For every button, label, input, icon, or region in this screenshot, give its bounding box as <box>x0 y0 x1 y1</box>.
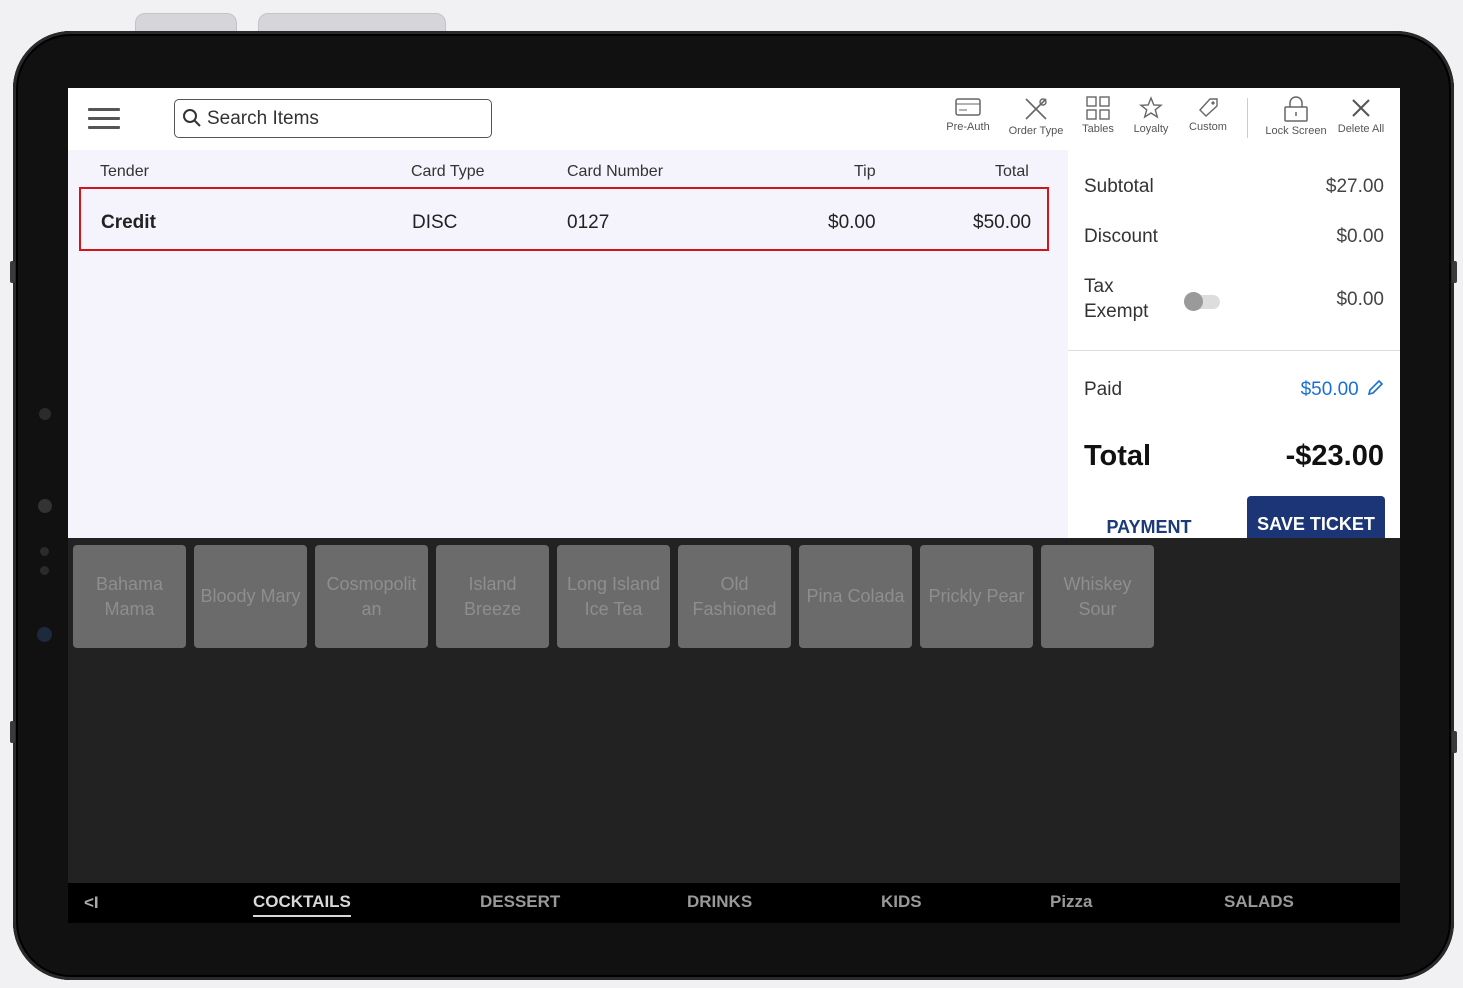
delete-all-label: Delete All <box>1337 123 1385 135</box>
menu-icon[interactable] <box>88 108 120 130</box>
tab-salads[interactable]: SALADS <box>1224 892 1294 912</box>
item-label: Breeze <box>463 598 522 619</box>
discount-label: Discount <box>1084 226 1158 247</box>
tag-icon <box>1199 98 1218 117</box>
custom-label: Custom <box>1189 121 1227 133</box>
item-label: Mama <box>104 598 155 619</box>
item-label: Prickly Pear <box>928 586 1025 606</box>
custom-button[interactable]: Custom <box>1184 96 1232 146</box>
close-icon <box>1352 99 1370 117</box>
loyalty-button[interactable]: Loyalty <box>1130 96 1172 146</box>
pre-auth-label: Pre-Auth <box>946 121 990 133</box>
paid-value: $50.00 <box>1300 379 1359 400</box>
category-back-button[interactable]: <I <box>84 893 99 913</box>
item-label: Ice Tea <box>584 598 643 619</box>
order-type-label: Order Type <box>1008 125 1064 137</box>
header-total: Total <box>995 163 1029 180</box>
camera-icon <box>39 408 51 420</box>
item-tile[interactable]: Whiskey Sour <box>1041 545 1154 648</box>
total-label: Total <box>1084 440 1152 472</box>
item-label: Sour <box>1078 598 1117 619</box>
tax-exempt-toggle[interactable] <box>1184 292 1220 311</box>
item-tile[interactable]: Cosmopolit an <box>315 545 428 648</box>
delete-all-button[interactable]: Delete All <box>1334 96 1388 146</box>
tables-label: Tables <box>1082 123 1114 135</box>
pos-screen: Search Items Pre-Auth Order Type Tables … <box>68 88 1400 923</box>
item-tile[interactable]: Island Breeze <box>436 545 549 648</box>
item-label: an <box>361 598 382 619</box>
lock-icon <box>1284 96 1308 122</box>
header-tip: Tip <box>854 163 876 180</box>
paid-label: Paid <box>1084 379 1123 400</box>
total-value: -$23.00 <box>1285 440 1384 472</box>
utensils-icon <box>1025 98 1047 120</box>
tab-dessert[interactable]: DESSERT <box>480 892 560 912</box>
sensor-icon <box>37 627 52 642</box>
paid-edit-link[interactable]: $50.00 <box>1301 379 1384 401</box>
item-label: Bloody Mary <box>200 586 301 606</box>
power-button <box>1452 731 1457 753</box>
item-tile[interactable]: Bahama Mama <box>73 545 186 648</box>
volume-button <box>10 261 15 283</box>
pre-auth-button[interactable]: Pre-Auth <box>944 96 992 146</box>
tax-value: $0.00 <box>1336 289 1384 310</box>
toolbar-divider <box>1247 98 1248 138</box>
sensor-icon <box>40 547 49 556</box>
loyalty-label: Loyalty <box>1133 123 1169 135</box>
tab-drinks[interactable]: DRINKS <box>687 892 752 912</box>
header-tender: Tender <box>100 163 149 180</box>
pencil-icon <box>1367 379 1384 396</box>
item-tile[interactable]: Old Fashioned <box>678 545 791 648</box>
item-label: Pina Colada <box>806 586 905 606</box>
item-label: Whiskey <box>1063 573 1132 594</box>
camera-icon <box>38 499 52 513</box>
cell-card-type: DISC <box>412 212 458 233</box>
subtotal-label: Subtotal <box>1084 176 1154 197</box>
top-toolbar: Search Items Pre-Auth Order Type Tables … <box>68 88 1400 150</box>
item-label: Fashioned <box>692 598 777 619</box>
lock-screen-button[interactable]: Lock Screen <box>1261 96 1331 146</box>
item-label: Old <box>720 573 749 594</box>
item-label: Bahama <box>95 573 164 594</box>
search-input[interactable]: Search Items <box>174 99 492 138</box>
item-tile[interactable]: Long Island Ice Tea <box>557 545 670 648</box>
category-bar: <I COCKTAILS DESSERT DRINKS KIDS Pizza S… <box>68 883 1400 923</box>
exempt-label: Exempt <box>1084 301 1149 322</box>
cell-tip: $0.00 <box>828 212 876 233</box>
header-card-number: Card Number <box>567 163 664 180</box>
tender-table: Tender Card Type Card Number Tip Total C… <box>68 150 1068 538</box>
power-button <box>1452 261 1457 283</box>
header-card-type: Card Type <box>411 163 485 180</box>
totals-panel: Subtotal $27.00 Discount $0.00 Tax Exemp… <box>1068 150 1400 546</box>
search-icon <box>183 109 201 127</box>
star-icon <box>1139 96 1163 119</box>
sensor-icon <box>40 566 49 575</box>
lock-screen-label: Lock Screen <box>1265 125 1327 137</box>
item-label: Long Island <box>566 573 661 594</box>
card-icon <box>955 98 981 116</box>
grid-icon <box>1086 96 1110 120</box>
item-grid: Bahama Mama Bloody Mary Cosmopolit an Isla… <box>68 538 1400 883</box>
search-placeholder: Search Items <box>207 108 319 129</box>
volume-button <box>10 721 15 743</box>
tab-pizza[interactable]: Pizza <box>1050 892 1093 912</box>
tab-cocktails[interactable]: COCKTAILS <box>253 892 351 917</box>
cell-total: $50.00 <box>973 212 1032 233</box>
order-type-button[interactable]: Order Type <box>1005 96 1067 146</box>
item-tile[interactable]: Pina Colada <box>799 545 912 648</box>
discount-value: $0.00 <box>1336 226 1384 247</box>
cell-card-number: 0127 <box>567 212 610 233</box>
item-tile[interactable]: Prickly Pear <box>920 545 1033 648</box>
tables-button[interactable]: Tables <box>1078 96 1118 146</box>
tab-kids[interactable]: KIDS <box>881 892 922 912</box>
item-tile[interactable]: Bloody Mary <box>194 545 307 648</box>
item-label: Island <box>468 573 517 594</box>
table-row[interactable] <box>79 187 1049 251</box>
subtotal-value: $27.00 <box>1325 176 1384 197</box>
totals-divider <box>1068 350 1400 351</box>
tax-label: Tax <box>1084 276 1114 297</box>
item-label: Cosmopolit <box>326 573 417 594</box>
cell-tender: Credit <box>101 212 156 233</box>
toggle-knob <box>1184 292 1203 311</box>
